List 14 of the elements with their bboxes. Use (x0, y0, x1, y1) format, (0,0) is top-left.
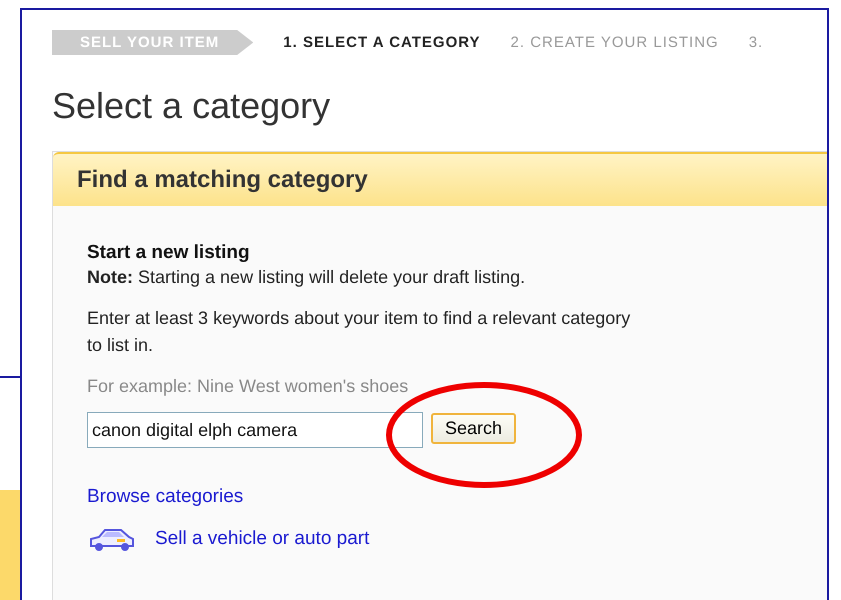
step-label: 1. SELECT A CATEGORY (283, 34, 481, 51)
link[interactable]: Sell a vehicle or auto part (155, 528, 370, 550)
example-hint: For example: Nine West women's shoes (87, 375, 410, 398)
car-icon (87, 526, 135, 552)
step-label: 2. CREATE YOUR LISTING (510, 34, 719, 51)
section-title: Start a new listing (87, 242, 251, 264)
keyword-input[interactable]: canon digital elph camera (87, 412, 423, 448)
step-label: 3. (748, 34, 764, 51)
instructions-text: Enter at least 3 keywords about your item to find a relevant category to list in. (87, 307, 632, 357)
link[interactable]: Browse categories (87, 486, 244, 508)
search-button[interactable]: Search (431, 412, 516, 444)
panel-title: Find a matching category (77, 166, 368, 193)
page-heading: Select a category (52, 85, 332, 127)
note-text: Note: Starting a new listing will delete your draft listing. (87, 266, 526, 289)
